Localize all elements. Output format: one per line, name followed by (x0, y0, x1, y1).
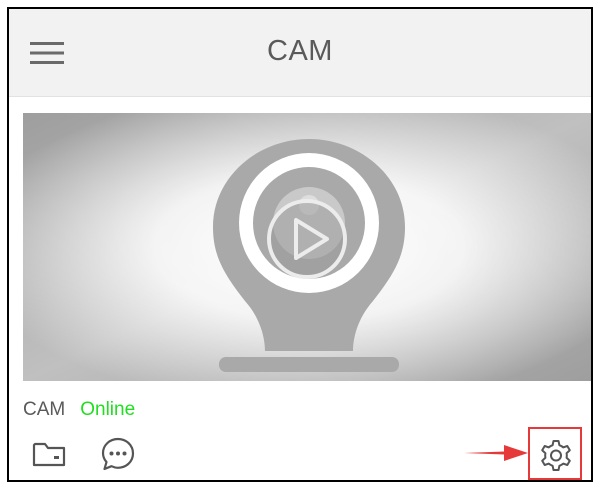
device-actions (9, 427, 591, 480)
folder-icon (32, 442, 66, 467)
play-button[interactable] (267, 199, 347, 279)
device-info: CAM Online (23, 399, 135, 425)
app-screen: CAM CAM Online (7, 7, 593, 482)
message-icon (101, 437, 135, 471)
status-badge: Online (80, 399, 136, 420)
settings-button[interactable] (537, 437, 575, 475)
folder-button[interactable] (31, 439, 67, 469)
gear-icon (541, 440, 571, 471)
page-title: CAM (267, 35, 333, 67)
device-name: CAM (23, 399, 66, 420)
app-header: CAM (9, 9, 591, 97)
red-arrow-icon (464, 445, 528, 461)
camera-preview[interactable] (23, 113, 591, 381)
message-button[interactable] (99, 435, 137, 473)
